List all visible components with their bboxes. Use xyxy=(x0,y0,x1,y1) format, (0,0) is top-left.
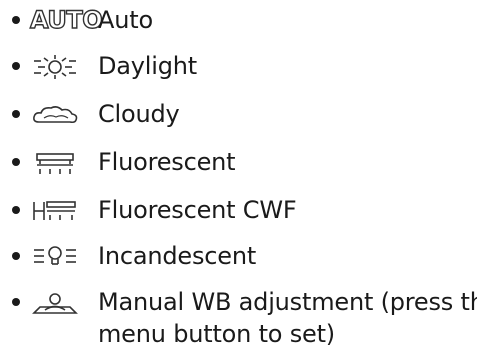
bullet xyxy=(12,206,20,214)
item-label-auto: Auto xyxy=(98,6,153,34)
bullet xyxy=(12,298,20,306)
item-label-fluorescent: Fluorescent xyxy=(98,148,236,176)
item-label-incandescent: Incandescent xyxy=(98,242,257,270)
bullet xyxy=(12,252,20,260)
wb-fluorescent-icon xyxy=(30,150,80,176)
wb-incandescent-icon xyxy=(30,244,80,270)
item-label-daylight: Daylight xyxy=(98,52,197,80)
wb-fluorescent-cwf-icon xyxy=(30,198,80,224)
wb-daylight-icon xyxy=(30,54,80,80)
bullet xyxy=(12,158,20,166)
item-label-fluorescent-cwf: Fluorescent CWF xyxy=(98,196,297,224)
bullet xyxy=(12,110,20,118)
wb-manual-icon xyxy=(30,290,80,316)
item-label-manual-line1: Manual WB adjustment (press the xyxy=(98,288,477,316)
wb-cloudy-icon xyxy=(30,102,80,128)
bullet xyxy=(12,16,20,24)
bullet xyxy=(12,62,20,70)
item-label-cloudy: Cloudy xyxy=(98,100,180,128)
item-label-manual-line2: menu button to set) xyxy=(98,320,335,348)
wb-auto-icon: AUTO xyxy=(29,5,103,34)
